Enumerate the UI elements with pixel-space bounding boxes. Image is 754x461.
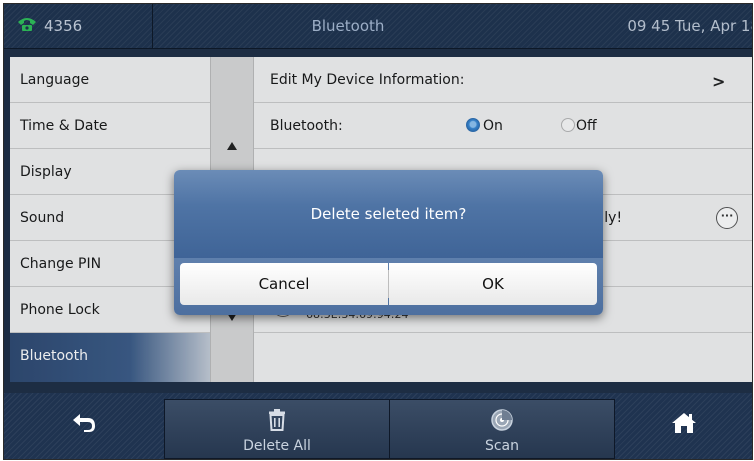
confirm-dialog: Delete seleted item? Cancel OK bbox=[174, 170, 603, 315]
ok-button[interactable]: OK bbox=[389, 263, 597, 305]
home-button[interactable] bbox=[615, 399, 752, 459]
softkey-bar: Delete All Scan bbox=[4, 393, 752, 459]
scan-label: Scan bbox=[484, 438, 520, 454]
scan-button[interactable]: Scan bbox=[389, 399, 615, 459]
dialog-button-bar: Cancel OK bbox=[174, 258, 603, 315]
back-button[interactable] bbox=[4, 399, 164, 459]
phone-screen: 4356 Bluetooth 09 45 Tue, Apr 18 Languag… bbox=[3, 3, 753, 460]
scan-radar-icon bbox=[490, 408, 514, 436]
delete-all-button[interactable]: Delete All bbox=[164, 399, 390, 459]
dialog-message: Delete seleted item? bbox=[310, 205, 467, 223]
delete-all-label: Delete All bbox=[243, 438, 311, 454]
home-icon bbox=[670, 411, 698, 439]
trash-icon bbox=[267, 408, 287, 436]
cancel-button[interactable]: Cancel bbox=[180, 263, 388, 305]
back-arrow-icon bbox=[71, 411, 97, 437]
dialog-body: Delete seleted item? bbox=[174, 170, 603, 258]
